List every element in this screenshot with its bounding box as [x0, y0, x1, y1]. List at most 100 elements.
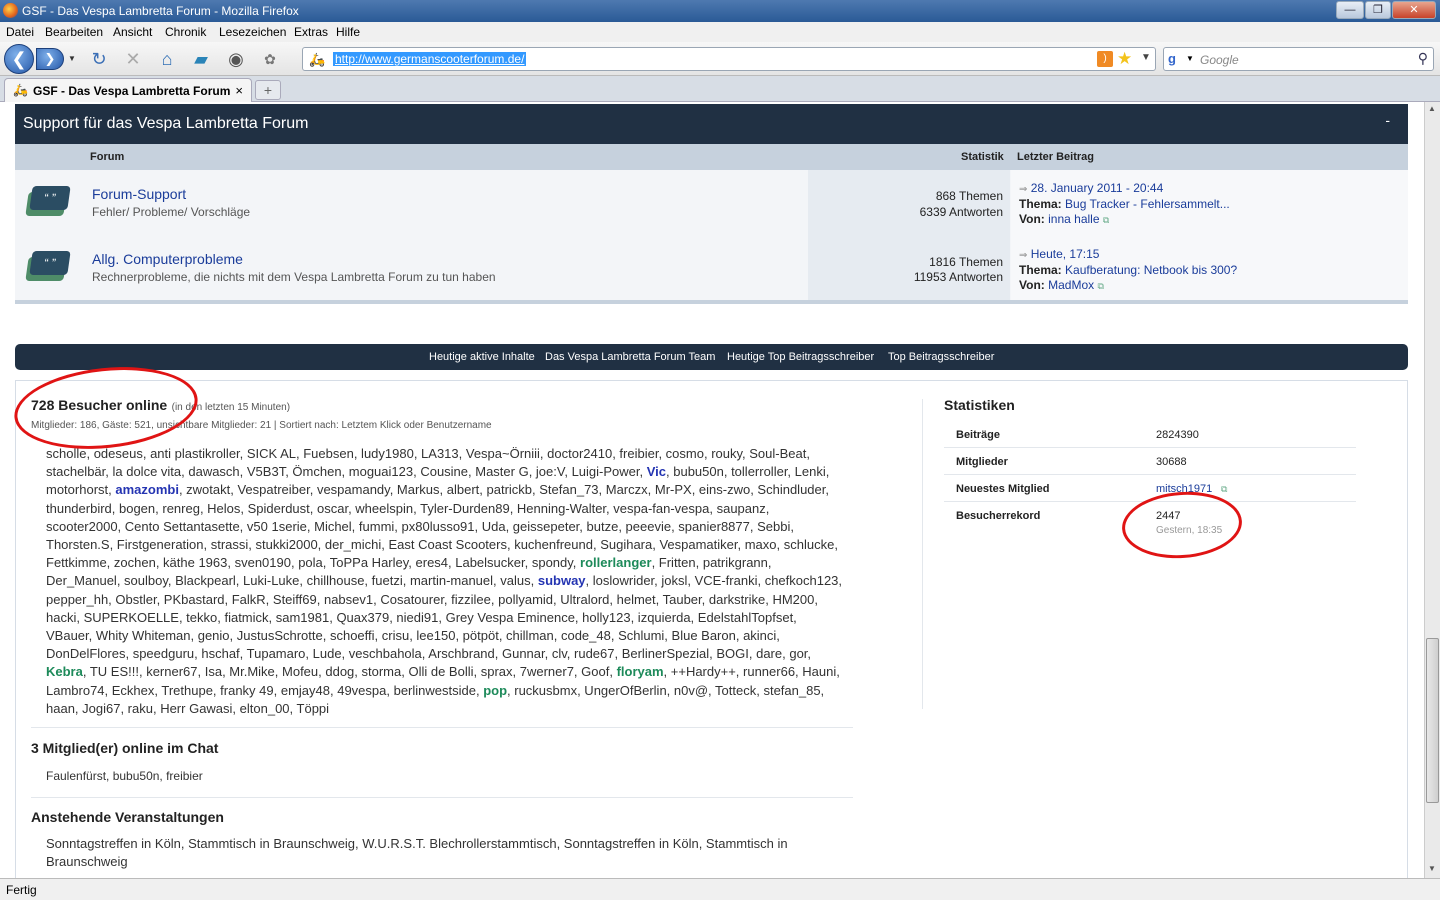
menu-chronik[interactable]: Chronik: [165, 25, 206, 39]
chat-title: 3 Mitglied(er) online im Chat: [31, 740, 219, 756]
category-title[interactable]: Support für das Vespa Lambretta Forum: [23, 115, 308, 133]
window-titlebar: GSF - Das Vespa Lambretta Forum - Mozill…: [0, 0, 1440, 22]
nav-today-top-posters[interactable]: Heutige Top Beitragsschreiber: [727, 351, 874, 363]
forum-row: “ ” Allg. Computerprobleme Rechnerproble…: [15, 235, 1408, 301]
last-post-author[interactable]: inna halle: [1048, 212, 1099, 226]
engine-dropdown-icon[interactable]: ▼: [1186, 54, 1194, 63]
chat-users[interactable]: Faulenfürst, bubu50n, freibier: [46, 769, 203, 783]
forum-last-post: ⇒ 28. January 2011 - 20:44 Thema: Bug Tr…: [1011, 170, 1408, 235]
last-post-topic[interactable]: Bug Tracker - Fehlersammelt...: [1065, 197, 1230, 211]
stats-key: Mitglieder: [956, 456, 1008, 468]
nav-active-content[interactable]: Heutige aktive Inhalte: [429, 351, 535, 363]
col-last-post: Letzter Beitrag: [1017, 151, 1095, 163]
last-post-topic[interactable]: Kaufberatung: Netbook bis 300?: [1065, 263, 1237, 277]
profile-card-icon[interactable]: ⧉: [1221, 484, 1227, 495]
scroll-up-icon[interactable]: ▲: [1428, 104, 1436, 113]
status-bar: Fertig: [0, 878, 1440, 900]
forward-icon[interactable]: ❯: [36, 48, 64, 70]
window-title: GSF - Das Vespa Lambretta Forum - Mozill…: [22, 4, 299, 18]
forum-desc: Rechnerprobleme, die nichts mit dem Vesp…: [92, 270, 496, 284]
forum-stats: 1816 Themen 11953 Antworten: [808, 235, 1010, 300]
firefox-icon: [3, 3, 18, 18]
goto-last-post-icon[interactable]: ⇒: [1019, 184, 1027, 195]
minimize-button[interactable]: —: [1336, 1, 1364, 19]
search-bar[interactable]: g ▼ Google ⚲: [1163, 47, 1434, 71]
tab-close-icon[interactable]: ×: [235, 83, 243, 98]
menu-hilfe[interactable]: Hilfe: [336, 25, 360, 39]
scroll-thumb[interactable]: [1426, 638, 1439, 803]
toolbar-addon-icon[interactable]: ▰: [190, 48, 212, 70]
stop-icon[interactable]: ✕: [122, 48, 144, 70]
events-list[interactable]: Sonntagstreffen in Köln, Stammtisch in B…: [46, 835, 826, 871]
category-header: Support für das Vespa Lambretta Forum -: [15, 104, 1408, 144]
stats-key: Neuestes Mitglied: [956, 483, 1050, 495]
last-post-date[interactable]: Heute, 17:15: [1031, 247, 1100, 261]
forum-replies: 11953 Antworten: [913, 270, 1003, 284]
menu-extras[interactable]: Extras: [294, 25, 328, 39]
profile-card-icon[interactable]: ⧉: [1103, 215, 1109, 225]
topic-label: Thema:: [1019, 263, 1062, 277]
navigation-toolbar: ❮ ❯ ▼ ↻ ✕ ⌂ ▰ ◉ ✿ 🛵 http://www.germansco…: [0, 42, 1440, 76]
forum-last-post: ⇒ Heute, 17:15 Thema: Kaufberatung: Netb…: [1011, 235, 1408, 300]
category-footer: [15, 300, 1408, 304]
menu-ansicht[interactable]: Ansicht: [113, 25, 152, 39]
menu-bearbeiten[interactable]: Bearbeiten: [45, 25, 103, 39]
site-identity-icon[interactable]: 🛵: [309, 52, 325, 68]
board-stats-panel: 728 Besucher online (in den letzten 15 M…: [15, 380, 1408, 878]
home-icon[interactable]: ⌂: [156, 48, 178, 70]
menu-datei[interactable]: Datei: [6, 25, 34, 39]
nav-forum-team[interactable]: Das Vespa Lambretta Forum Team: [545, 351, 715, 363]
online-user-list[interactable]: scholle, odeseus, anti plastikroller, SI…: [46, 445, 846, 718]
col-forum: Forum: [90, 151, 125, 163]
forum-row: “ ” Forum-Support Fehler/ Probleme/ Vors…: [15, 170, 1408, 236]
last-post-author[interactable]: MadMox: [1048, 278, 1094, 292]
by-label: Von:: [1019, 278, 1045, 292]
vertical-scrollbar[interactable]: ▲ ▼: [1424, 102, 1440, 878]
back-icon[interactable]: ❮: [4, 44, 34, 74]
tab-gsf[interactable]: 🛵 GSF - Das Vespa Lambretta Forum ×: [4, 78, 252, 102]
forum-topics: 868 Themen: [935, 189, 1003, 203]
goto-last-post-icon[interactable]: ⇒: [1019, 250, 1027, 261]
col-stats: Statistik: [961, 151, 1004, 163]
bookmark-star-icon[interactable]: ★: [1117, 49, 1132, 69]
menu-bar: Datei Bearbeiten Ansicht Chronik Lesezei…: [0, 22, 1440, 42]
last-post-date[interactable]: 28. January 2011 - 20:44: [1031, 181, 1164, 195]
url-text[interactable]: http://www.germanscooterforum.de/: [333, 52, 527, 66]
search-icon[interactable]: ⚲: [1418, 50, 1428, 67]
chat-bubble-icon[interactable]: ◉: [225, 48, 247, 70]
profile-card-icon[interactable]: ⧉: [1097, 281, 1103, 291]
column-divider: [922, 399, 923, 709]
column-header: Forum Statistik Letzter Beitrag: [15, 144, 1408, 170]
divider: [31, 797, 853, 798]
search-placeholder[interactable]: Google: [1200, 53, 1239, 67]
stats-title: Statistiken: [944, 397, 1015, 413]
scroll-down-icon[interactable]: ▼: [1428, 864, 1436, 873]
menu-lesezeichen[interactable]: Lesezeichen: [219, 25, 286, 39]
stats-key: Besucherrekord: [956, 510, 1041, 522]
tab-favicon-icon: 🛵: [13, 83, 28, 97]
stats-value: 2824390: [1156, 429, 1199, 441]
close-window-button[interactable]: ✕: [1392, 1, 1436, 19]
board-nav-strip: Heutige aktive Inhalte Das Vespa Lambret…: [15, 344, 1408, 370]
maximize-button[interactable]: ❐: [1365, 1, 1391, 19]
tab-bar: 🛵 GSF - Das Vespa Lambretta Forum × +: [0, 76, 1440, 102]
collapse-toggle[interactable]: -: [1385, 112, 1390, 128]
url-bar[interactable]: 🛵 http://www.germanscooterforum.de/ ) ★ …: [302, 47, 1156, 71]
by-label: Von:: [1019, 212, 1045, 226]
forum-replies: 6339 Antworten: [919, 205, 1003, 219]
rss-feed-icon[interactable]: ): [1097, 51, 1113, 67]
forum-name[interactable]: Allg. Computerprobleme: [92, 251, 243, 267]
topic-label: Thema:: [1019, 197, 1062, 211]
reload-icon[interactable]: ↻: [88, 48, 110, 70]
nav-top-posters[interactable]: Top Beitragsschreiber: [888, 351, 994, 363]
forum-name[interactable]: Forum-Support: [92, 186, 186, 202]
back-forward-group: ❮ ❯ ▼: [4, 44, 78, 74]
stats-key: Beiträge: [956, 429, 1001, 441]
history-dropdown-icon[interactable]: ▼: [68, 54, 76, 63]
addon-icon[interactable]: ✿: [259, 48, 281, 70]
tab-label[interactable]: GSF - Das Vespa Lambretta Forum: [33, 84, 230, 98]
stats-row: Mitglieder 30688: [944, 448, 1356, 475]
new-tab-button[interactable]: +: [255, 80, 281, 100]
google-engine-icon[interactable]: g: [1168, 51, 1184, 67]
url-dropdown-icon[interactable]: ▼: [1141, 52, 1151, 63]
